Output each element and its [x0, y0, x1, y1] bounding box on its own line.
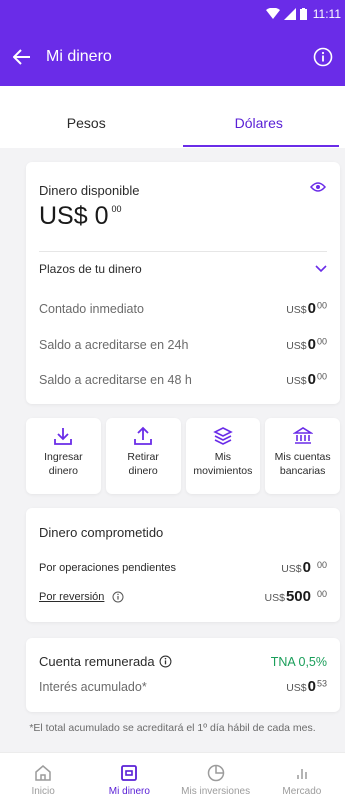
back-button[interactable]: [0, 49, 44, 65]
plazo-row: Contado inmediato US$000: [39, 300, 327, 317]
available-cents: 00: [111, 204, 122, 214]
back-arrow-icon: [13, 49, 30, 65]
info-icon[interactable]: [159, 655, 172, 668]
remunerated-label: Cuenta remunerada: [39, 654, 155, 669]
committed-row-label: Por operaciones pendientes: [39, 561, 176, 574]
info-icon: [313, 47, 333, 67]
reversion-link[interactable]: Por reversión: [39, 591, 104, 603]
withdraw-button[interactable]: Retirar dinero: [105, 418, 181, 494]
interest-row: Interés acumulado* US$053: [39, 678, 327, 695]
available-label: Dinero disponible: [39, 183, 140, 198]
nav-mis-inversiones[interactable]: Mis inversiones: [173, 753, 259, 806]
plazo-row-label: Contado inmediato: [39, 301, 144, 316]
app-bar: Mi dinero: [0, 28, 345, 86]
rate-badge: TNA 0,5%: [270, 654, 327, 669]
plazo-row-label: Saldo a acreditarse en 24h: [39, 337, 189, 352]
home-icon: [35, 764, 51, 781]
footnote: *El total acumulado se acreditará el 1º …: [29, 722, 316, 734]
page-title: Mi dinero: [46, 48, 112, 65]
deposit-button[interactable]: Ingresar dinero: [26, 418, 101, 494]
layers-icon: [213, 427, 233, 445]
interest-amount: US$053: [286, 678, 327, 695]
committed-row-amount: US$500 00: [264, 588, 327, 605]
remunerated-account-card: Cuenta remunerada TNA 0,5% Interés acumu…: [26, 638, 340, 712]
committed-money-card: Dinero comprometido Por operaciones pend…: [26, 508, 340, 622]
wifi-icon: [265, 8, 280, 19]
status-time: 11:11: [312, 7, 341, 21]
committed-row: Por reversión US$500 00: [39, 588, 327, 605]
remunerated-row: Cuenta remunerada TNA 0,5%: [39, 654, 327, 669]
plazo-row-amount: US$000: [286, 371, 327, 388]
available-currency: US$: [39, 202, 88, 230]
action-buttons: Ingresar dinero Retirar dinero Mis movimien…: [26, 418, 340, 494]
plazo-row-label: Saldo a acreditarse en 48 h: [39, 372, 192, 387]
movements-button[interactable]: Mis movimientos: [185, 418, 261, 494]
chevron-down-icon: [315, 265, 327, 273]
plazo-row-amount: US$000: [286, 300, 327, 317]
tab-pesos[interactable]: Pesos: [0, 86, 173, 148]
eye-icon[interactable]: [310, 181, 326, 193]
info-button[interactable]: [301, 47, 345, 67]
plazos-label: Plazos de tu dinero: [39, 262, 142, 276]
currency-tabs: Pesos Dólares: [0, 86, 345, 148]
available-amount: US$ 0 00: [39, 202, 122, 231]
divider: [39, 251, 327, 252]
plazos-toggle[interactable]: Plazos de tu dinero: [39, 262, 327, 276]
info-icon[interactable]: [112, 591, 124, 603]
plazo-row-amount: US$000: [286, 336, 327, 353]
download-icon: [54, 428, 73, 445]
bottom-nav: Inicio Mi dinero Mis inversiones Mercado: [0, 752, 345, 806]
signal-icon: [283, 8, 296, 20]
tab-dolares[interactable]: Dólares: [173, 86, 345, 148]
bank-accounts-button[interactable]: Mis cuentas bancarias: [265, 418, 340, 494]
pie-chart-icon: [207, 764, 224, 781]
bar-chart-icon: [297, 768, 307, 779]
status-bar: 11:11: [0, 0, 345, 28]
interest-label: Interés acumulado*: [39, 679, 147, 694]
wallet-icon: [121, 764, 138, 781]
committed-title: Dinero comprometido: [39, 525, 164, 540]
committed-row-amount: US$0 00: [281, 559, 327, 576]
nav-mi-dinero[interactable]: Mi dinero: [86, 753, 172, 806]
nav-inicio[interactable]: Inicio: [0, 753, 86, 806]
available-integer: 0: [94, 202, 109, 230]
upload-icon: [134, 426, 153, 445]
battery-icon: [299, 8, 307, 20]
bank-icon: [292, 427, 313, 444]
plazo-row: Saldo a acreditarse en 48 h US$000: [39, 371, 327, 388]
committed-row: Por operaciones pendientes US$0 00: [39, 559, 327, 576]
available-money-card: Dinero disponible US$ 0 00 Plazos de tu d…: [26, 162, 340, 404]
nav-mercado[interactable]: Mercado: [259, 753, 345, 806]
plazo-row: Saldo a acreditarse en 24h US$000: [39, 336, 327, 353]
